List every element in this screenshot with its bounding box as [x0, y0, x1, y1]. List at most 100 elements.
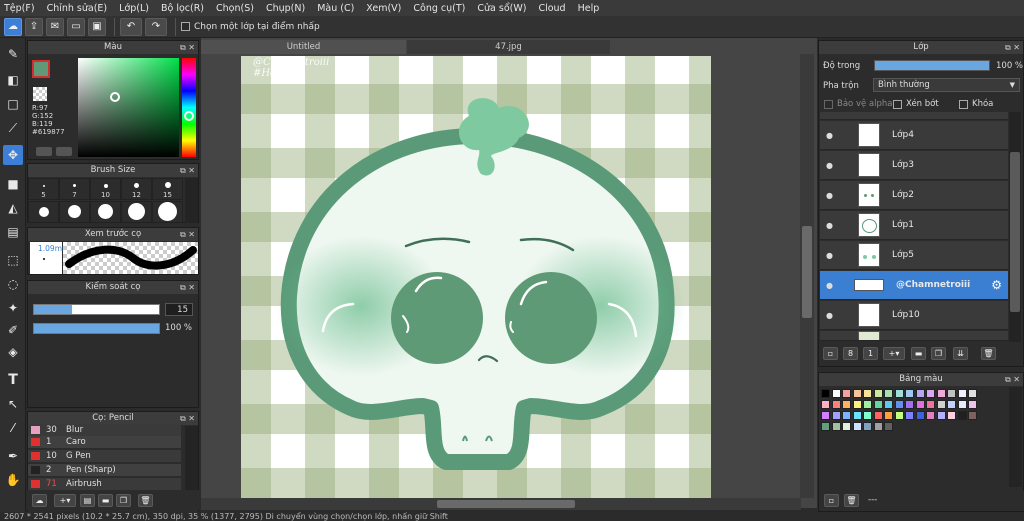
merge-down-icon[interactable]: ⇊: [953, 347, 968, 360]
gradient-tool-icon[interactable]: ▤: [3, 222, 23, 242]
brush-size-cell[interactable]: [28, 200, 59, 223]
palette-swatch[interactable]: [957, 411, 967, 420]
panel-menu-icon[interactable]: ⧉ ✕: [180, 41, 195, 54]
layer-row-partial[interactable]: [820, 331, 1008, 341]
clipping-checkbox[interactable]: [893, 100, 902, 109]
palette-swatch[interactable]: [947, 389, 956, 398]
palette-swatch[interactable]: [831, 389, 841, 398]
panel-menu-icon[interactable]: ⧉ ✕: [180, 228, 195, 241]
palette-swatch[interactable]: [873, 422, 883, 431]
eye-icon[interactable]: ●: [826, 221, 836, 230]
new-layer-icon[interactable]: ▫: [823, 347, 838, 360]
transparent-swatch[interactable]: [33, 87, 47, 101]
brush-list-item[interactable]: 2 Pen (Sharp): [28, 464, 181, 476]
palette-swatch[interactable]: [842, 411, 851, 420]
layer-row[interactable]: ● Lớp4: [820, 121, 1008, 150]
palette-swatch[interactable]: [894, 411, 904, 420]
palette-swatch[interactable]: [852, 400, 862, 409]
palette-swatch[interactable]: [947, 400, 956, 409]
menu-color[interactable]: Màu (C): [317, 3, 354, 14]
menu-tools[interactable]: Công cụ(T): [413, 3, 465, 14]
brush-size-scrollbar[interactable]: [185, 178, 198, 223]
menu-help[interactable]: Help: [578, 3, 600, 14]
brush-settings-icon[interactable]: ▤: [80, 494, 95, 507]
palette-swatch[interactable]: [873, 411, 883, 420]
saturation-value-picker[interactable]: [78, 58, 179, 157]
tab-untitled[interactable]: Untitled: [201, 40, 406, 54]
palette-swatch[interactable]: [852, 411, 862, 420]
blend-mode-select[interactable]: Bình thường ▼: [873, 78, 1020, 92]
eye-icon[interactable]: ●: [826, 281, 836, 290]
palette-swatch[interactable]: [905, 400, 914, 409]
palette-swatch[interactable]: [842, 389, 851, 398]
bucket-tool-icon[interactable]: ◭: [3, 198, 23, 218]
menu-window[interactable]: Cửa sổ(W): [477, 3, 526, 14]
brush-list-scrollbar[interactable]: [185, 426, 198, 490]
palette-swatch[interactable]: [821, 422, 830, 431]
rect-select-tool-icon[interactable]: □: [3, 94, 23, 114]
select-eraser-tool-icon[interactable]: ◈: [3, 342, 23, 362]
palette-swatch[interactable]: [863, 422, 872, 431]
brush-size-cell[interactable]: [152, 200, 183, 223]
panel-menu-icon[interactable]: ⧉ ✕: [180, 281, 195, 294]
export-icon[interactable]: ⇪: [25, 17, 43, 36]
brush-cloud-icon[interactable]: ☁: [32, 494, 47, 507]
add-layer-menu-icon[interactable]: +▾: [883, 347, 905, 360]
line-tool-icon[interactable]: ⟋: [3, 118, 23, 138]
trash-icon[interactable]: 🗑: [844, 494, 859, 507]
palette-swatch[interactable]: [947, 411, 956, 420]
brush-size-cell[interactable]: 10: [90, 178, 121, 200]
eye-icon[interactable]: ●: [826, 161, 836, 170]
palette-swatch[interactable]: [852, 389, 862, 398]
palette-swatch[interactable]: [957, 400, 967, 409]
trash-icon[interactable]: 🗑: [138, 494, 153, 507]
palette-swatch[interactable]: [968, 400, 977, 409]
eye-icon[interactable]: ●: [826, 191, 836, 200]
protect-alpha-checkbox[interactable]: [824, 100, 833, 109]
palette-swatch[interactable]: [884, 422, 893, 431]
new-8bit-layer-icon[interactable]: 8: [843, 347, 858, 360]
comment-icon[interactable]: ✉: [46, 17, 64, 36]
color-picker-cursor[interactable]: [110, 92, 120, 102]
new-palette-icon[interactable]: ▫: [824, 494, 839, 507]
duplicate-icon[interactable]: ❐: [116, 494, 131, 507]
palette-swatch[interactable]: [926, 411, 935, 420]
text-tool-icon[interactable]: T: [3, 370, 23, 390]
layers-scrollbar[interactable]: [1009, 112, 1021, 342]
brush-tool-icon[interactable]: ✎: [3, 44, 23, 64]
layer-opacity-slider[interactable]: [874, 60, 990, 71]
window-icon[interactable]: ▭: [67, 17, 85, 36]
palette-swatch[interactable]: [821, 411, 830, 420]
brush-size-cell[interactable]: 7: [59, 178, 90, 200]
palette-swatch[interactable]: [884, 411, 893, 420]
trash-icon[interactable]: 🗑: [981, 347, 996, 360]
canvas-vertical-scrollbar[interactable]: [800, 54, 814, 498]
palette-swatch[interactable]: [915, 400, 925, 409]
brush-list-item[interactable]: 10 G Pen: [28, 450, 181, 462]
palette-swatch[interactable]: [821, 389, 830, 398]
menu-view[interactable]: Xem(V): [366, 3, 401, 14]
palette-swatch[interactable]: [968, 389, 977, 398]
palette-swatch[interactable]: [884, 389, 893, 398]
menu-cloud[interactable]: Cloud: [538, 3, 565, 14]
reference-icon[interactable]: ▣: [88, 17, 106, 36]
menu-select[interactable]: Chọn(S): [216, 3, 254, 14]
cloud-icon[interactable]: ☁: [4, 17, 22, 36]
eye-icon[interactable]: ●: [826, 311, 836, 320]
brush-list-item[interactable]: 1 Caro: [28, 436, 181, 448]
layer-row[interactable]: ● Lớp2: [820, 181, 1008, 210]
brush-size-cell[interactable]: [59, 200, 90, 223]
palette-swatch[interactable]: [926, 400, 935, 409]
hue-slider[interactable]: [182, 58, 196, 157]
add-brush-icon[interactable]: +▾: [54, 494, 76, 507]
brush-size-input[interactable]: 15: [165, 303, 193, 316]
canvas-horizontal-scrollbar[interactable]: [201, 498, 801, 510]
palette-swatch[interactable]: [926, 389, 935, 398]
palette-swatch[interactable]: [915, 389, 925, 398]
panel-menu-icon[interactable]: ⧉ ✕: [1005, 41, 1020, 54]
gear-icon[interactable]: ⚙: [991, 278, 1002, 292]
brush-size-slider[interactable]: [33, 304, 160, 315]
palette-swatch[interactable]: [842, 422, 851, 431]
brush-size-cell[interactable]: [90, 200, 121, 223]
menu-edit[interactable]: Chỉnh sửa(E): [47, 3, 108, 14]
